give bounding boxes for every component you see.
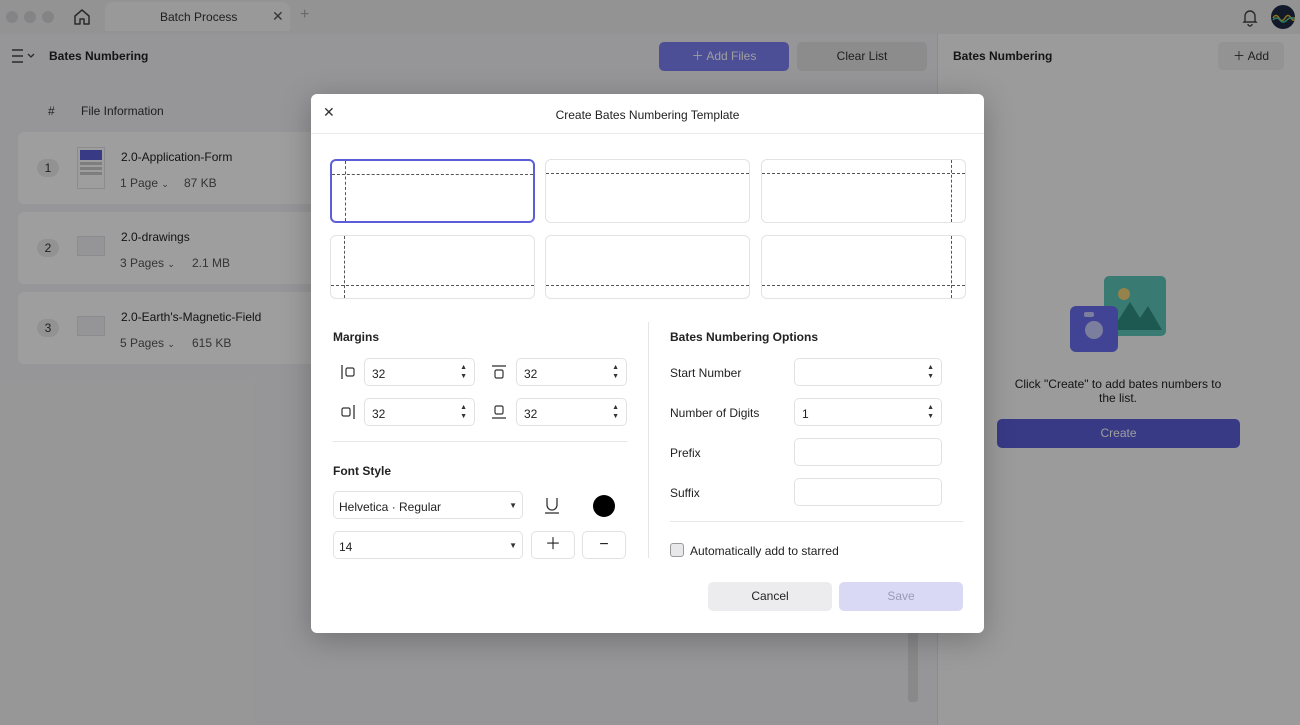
position-top-center[interactable] [545,159,750,223]
suffix-input[interactable] [794,478,942,506]
divider [311,133,984,134]
font-family-select[interactable]: Helvetica · Regular ▼ [333,491,523,519]
margin-bottom-value: 32 [524,407,538,421]
number-of-digits-label: Number of Digits [670,406,760,420]
position-bottom-center[interactable] [545,235,750,299]
underline-icon[interactable] [543,496,561,516]
margin-right-stepper[interactable]: 32 ▲ ▼ [364,398,475,426]
vertical-divider [648,322,649,558]
font-size-value: 14 [339,540,353,554]
cancel-button[interactable]: Cancel [708,582,832,611]
position-bottom-left[interactable] [330,235,535,299]
position-top-left[interactable] [330,159,535,223]
margin-right-icon [341,405,355,419]
starred-checkbox[interactable] [670,543,684,557]
margin-bottom-icon [492,405,506,419]
margin-bottom-stepper[interactable]: 32 ▲ ▼ [516,398,627,426]
prefix-label: Prefix [670,446,701,460]
number-of-digits-stepper[interactable]: 1 ▲ ▼ [794,398,942,426]
dropdown-arrow-icon: ▼ [509,541,517,550]
margin-right-value: 32 [372,407,386,421]
stepper-arrows-icon[interactable]: ▲ ▼ [612,363,619,381]
font-size-increase-button[interactable]: ＋ [531,531,575,559]
start-number-stepper[interactable]: ▲ ▼ [794,358,942,386]
stepper-arrows-icon[interactable]: ▲ ▼ [927,363,934,381]
create-template-dialog: ✕ Create Bates Numbering Template Margin… [311,94,984,633]
stepper-arrows-icon[interactable]: ▲ ▼ [460,403,467,421]
margins-title: Margins [333,330,380,344]
margin-top-value: 32 [524,367,538,381]
starred-label[interactable]: Automatically add to starred [690,544,839,558]
margin-top-icon [492,365,506,379]
font-style-title: Font Style [333,464,392,478]
margin-left-stepper[interactable]: 32 ▲ ▼ [364,358,475,386]
font-family-value: Helvetica · Regular [339,500,442,514]
plus-icon: ＋ [544,536,561,553]
font-size-select[interactable]: 14 ▼ [333,531,523,559]
margin-left-value: 32 [372,367,386,381]
start-number-label: Start Number [670,366,742,380]
save-button[interactable]: Save [839,582,963,611]
divider [333,441,627,442]
minus-icon: − [599,536,609,553]
number-of-digits-value: 1 [802,407,809,421]
margin-top-stepper[interactable]: 32 ▲ ▼ [516,358,627,386]
font-size-decrease-button[interactable]: − [582,531,626,559]
margin-left-icon [341,365,355,379]
bates-options-title: Bates Numbering Options [670,330,819,344]
dropdown-arrow-icon: ▼ [509,501,517,510]
stepper-arrows-icon[interactable]: ▲ ▼ [927,403,934,421]
divider [670,521,963,522]
position-top-right[interactable] [761,159,966,223]
suffix-label: Suffix [670,486,700,500]
prefix-input[interactable] [794,438,942,466]
dialog-title: Create Bates Numbering Template [555,108,740,122]
position-bottom-right[interactable] [761,235,966,299]
font-color-swatch[interactable] [593,495,615,517]
stepper-arrows-icon[interactable]: ▲ ▼ [460,363,467,381]
stepper-arrows-icon[interactable]: ▲ ▼ [612,403,619,421]
